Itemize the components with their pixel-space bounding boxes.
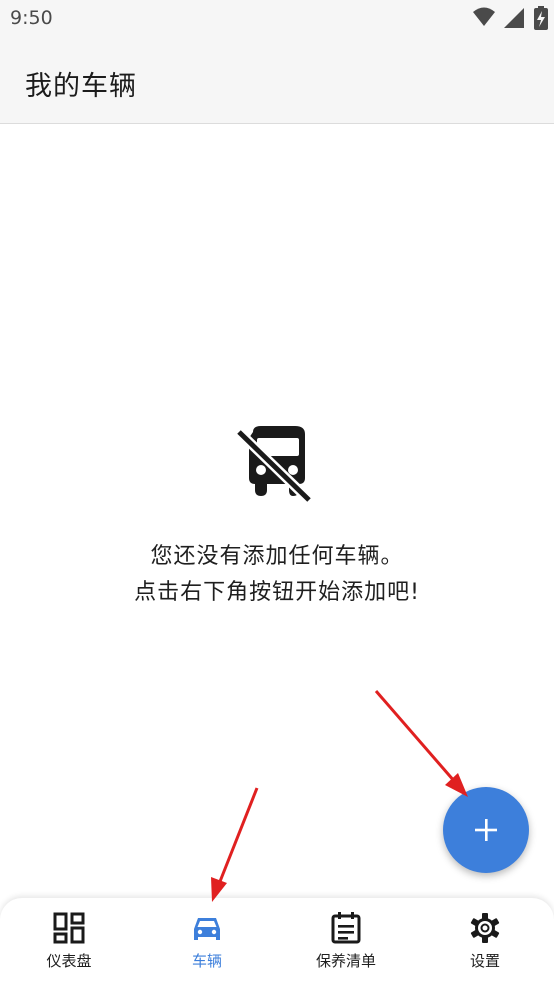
no-vehicle-icon [237,426,313,502]
checklist-icon [331,912,361,944]
nav-item-vehicles[interactable]: 车辆 [138,898,276,984]
nav-label-vehicles: 车辆 [191,952,222,970]
car-icon [194,918,220,940]
nav-label-maintenance: 保养清单 [315,952,376,970]
nav-item-maintenance[interactable]: 保养清单 [277,898,415,984]
bottom-nav: 仪表盘 车辆 保养清单 设置 [0,898,554,984]
annotation-arrow-vehicles [211,787,259,902]
plus-icon [475,819,497,841]
status-time: 9:50 [10,7,53,29]
screen: 9:50 我的车辆 您还没有添加任何车辆。 点击右下角按钮开始添加吧! 仪表盘 … [0,0,554,984]
battery-icon [534,6,548,30]
annotation-arrow-fab [374,690,468,797]
page-title: 我的车辆 [25,71,137,102]
signal-icon [504,8,524,28]
dashboard-icon [53,912,85,944]
nav-label-dashboard: 仪表盘 [46,952,92,970]
empty-state-message: 您还没有添加任何车辆。 [150,544,404,569]
nav-label-settings: 设置 [469,952,500,970]
nav-item-dashboard[interactable]: 仪表盘 [0,898,138,984]
app-bar: 我的车辆 [0,40,554,124]
wifi-icon [473,7,495,26]
gear-icon [470,913,500,943]
empty-state-hint: 点击右下角按钮开始添加吧! [134,580,420,605]
nav-item-settings[interactable]: 设置 [416,898,554,984]
add-vehicle-button[interactable] [443,787,529,873]
status-bar: 9:50 [0,0,554,40]
